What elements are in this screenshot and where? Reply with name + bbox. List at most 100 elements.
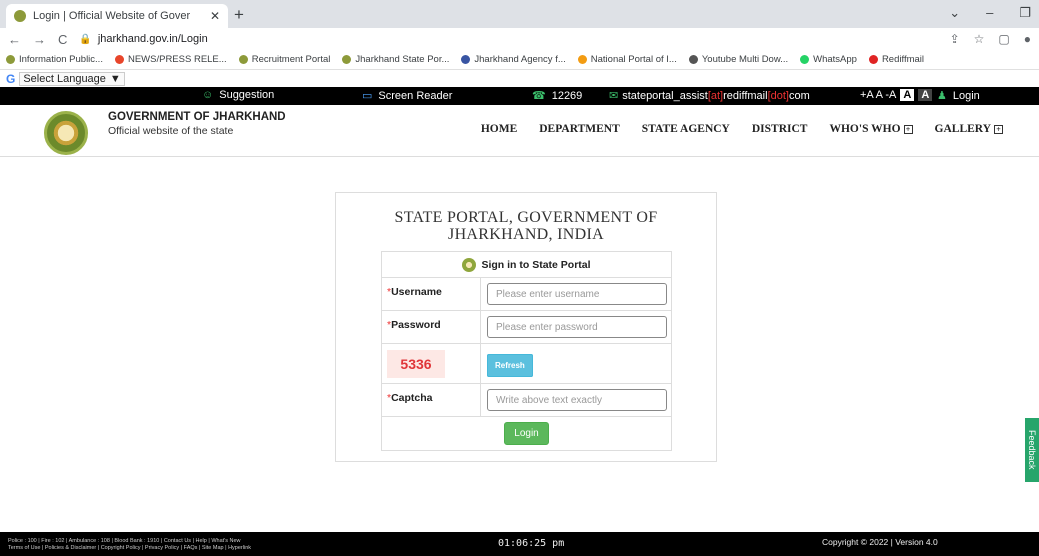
google-translate-icon: G bbox=[6, 71, 16, 86]
username-input[interactable]: Please enter username bbox=[487, 283, 667, 305]
phone-link[interactable]: ☎ 12269 bbox=[532, 89, 583, 103]
bookmark-label: Youtube Multi Dow... bbox=[701, 54, 789, 65]
password-label-text: Password bbox=[391, 319, 441, 331]
bookmarks-bar: Information Public... NEWS/PRESS RELE... R… bbox=[0, 50, 1039, 70]
phone-icon: ☎ bbox=[532, 90, 546, 102]
captcha-row: *Captcha Write above text exactly bbox=[382, 383, 671, 416]
signin-heading: Sign in to State Portal bbox=[481, 258, 591, 271]
dark-contrast-button[interactable]: A bbox=[918, 89, 933, 101]
tab-search-icon[interactable]: ⌄ bbox=[949, 5, 960, 21]
bookmark-label: WhatsApp bbox=[813, 54, 857, 65]
footer-links-line2[interactable]: Terms of Use | Policies & Disclaimer | C… bbox=[8, 545, 251, 552]
bookmark-item[interactable]: Jharkhand Agency f... bbox=[461, 54, 566, 65]
nav-department[interactable]: DEPARTMENT bbox=[539, 123, 620, 135]
site-header: GOVERNMENT OF JHARKHAND Official website… bbox=[0, 105, 1039, 157]
bookmark-label: Recruitment Portal bbox=[251, 54, 331, 65]
lock-icon: 🔒 bbox=[79, 33, 92, 45]
bookmark-label: Jharkhand Agency f... bbox=[474, 54, 566, 65]
bookmark-favicon-icon bbox=[114, 55, 124, 64]
font-size-controls: +A A -A A A bbox=[860, 89, 933, 101]
bookmark-label: National Portal of I... bbox=[590, 54, 677, 65]
screen-reader-link[interactable]: ▭ Screen Reader bbox=[362, 89, 453, 103]
jharkhand-emblem-logo[interactable] bbox=[44, 111, 88, 155]
user-icon: ♟ bbox=[937, 90, 947, 102]
login-title-line2: JHARKHAND, INDIA bbox=[448, 226, 604, 243]
nav-home[interactable]: HOME bbox=[481, 123, 517, 135]
restore-icon[interactable]: ❐ bbox=[1019, 5, 1031, 21]
language-select[interactable]: Select Language ▼ bbox=[19, 71, 125, 86]
minimize-icon[interactable]: – bbox=[986, 5, 993, 21]
password-label: *Password bbox=[382, 311, 481, 343]
login-button[interactable]: Login bbox=[504, 422, 549, 445]
light-contrast-button[interactable]: A bbox=[900, 89, 915, 101]
expand-icon: + bbox=[994, 125, 1003, 134]
font-size-buttons[interactable]: +A A -A bbox=[860, 89, 896, 101]
address-toolbar: ← → C 🔒 jharkhand.gov.in/Login ⇪ ☆ ▢ ● bbox=[0, 28, 1039, 50]
utility-bar: ☺ Suggestion ▭ Screen Reader ☎ 12269 ✉ s… bbox=[0, 87, 1039, 105]
nav-whos-who[interactable]: WHO'S WHO + bbox=[829, 123, 913, 135]
bookmark-item[interactable]: Jharkhand State Por... bbox=[342, 54, 449, 65]
email-link[interactable]: ✉ stateportal_assist[at]rediffmail[dot]c… bbox=[609, 89, 810, 103]
bookmark-item[interactable]: WhatsApp bbox=[800, 54, 857, 65]
bookmark-favicon-icon bbox=[577, 55, 587, 64]
site-title: GOVERNMENT OF JHARKHAND bbox=[108, 111, 286, 123]
username-label: *Username bbox=[382, 278, 481, 310]
site-favicon-icon bbox=[14, 10, 26, 22]
email-domain: rediffmail bbox=[723, 89, 768, 102]
email-user: stateportal_assist bbox=[622, 89, 708, 102]
nav-district[interactable]: DISTRICT bbox=[752, 123, 808, 135]
share-icon[interactable]: ⇪ bbox=[950, 32, 960, 46]
bookmark-label: NEWS/PRESS RELE... bbox=[127, 54, 227, 65]
login-card: STATE PORTAL, GOVERNMENT OF JHARKHAND, I… bbox=[335, 192, 717, 462]
close-tab-icon[interactable]: ✕ bbox=[210, 9, 220, 23]
reload-icon[interactable]: C bbox=[58, 32, 67, 47]
bookmark-star-icon[interactable]: ☆ bbox=[974, 32, 985, 46]
password-input[interactable]: Please enter password bbox=[487, 316, 667, 338]
bookmark-favicon-icon bbox=[342, 55, 352, 64]
window-controls: ⌄ – ❐ bbox=[949, 5, 1031, 21]
side-panel-icon[interactable]: ▢ bbox=[998, 32, 1009, 46]
bookmark-favicon-icon bbox=[800, 55, 810, 64]
nav-gallery[interactable]: GALLERY + bbox=[935, 123, 1003, 135]
bookmark-item[interactable]: National Portal of I... bbox=[577, 54, 677, 65]
chat-icon: ☺ bbox=[202, 89, 214, 101]
captcha-image-cell: 5336 bbox=[382, 344, 481, 383]
bookmark-favicon-icon bbox=[6, 55, 15, 64]
url-text: jharkhand.gov.in/Login bbox=[97, 33, 208, 45]
footer-links-line1[interactable]: Police : 100 | Fire : 102 | Ambulance : … bbox=[8, 538, 251, 545]
new-tab-icon[interactable]: + bbox=[234, 5, 244, 25]
bookmark-item[interactable]: Information Public... bbox=[6, 54, 103, 65]
bookmark-item[interactable]: Recruitment Portal bbox=[238, 54, 331, 65]
nav-state-agency[interactable]: STATE AGENCY bbox=[642, 123, 730, 135]
browser-tab[interactable]: Login | Official Website of Gover ✕ bbox=[6, 4, 228, 28]
captcha-input[interactable]: Write above text exactly bbox=[487, 389, 667, 411]
email-at: [at] bbox=[707, 89, 724, 102]
footer-links: Police : 100 | Fire : 102 | Ambulance : … bbox=[8, 538, 251, 552]
bookmark-item[interactable]: Youtube Multi Dow... bbox=[688, 54, 789, 65]
forward-icon[interactable]: → bbox=[33, 32, 46, 47]
bookmark-item[interactable]: NEWS/PRESS RELE... bbox=[114, 54, 227, 65]
bookmark-favicon-icon bbox=[688, 55, 698, 64]
login-form-header: Sign in to State Portal bbox=[382, 252, 671, 277]
login-form: Sign in to State Portal *Username Please… bbox=[381, 251, 672, 451]
expand-icon: + bbox=[903, 125, 913, 134]
bookmark-item[interactable]: Rediffmail bbox=[868, 54, 924, 65]
browser-tabstrip: Login | Official Website of Gover ✕ + ⌄ … bbox=[0, 0, 1039, 28]
footer-copyright: Copyright © 2022 | Version 4.0 bbox=[822, 537, 938, 547]
bookmark-label: Information Public... bbox=[19, 54, 103, 65]
monitor-icon: ▭ bbox=[362, 90, 373, 102]
seal-icon bbox=[462, 257, 477, 272]
address-bar[interactable]: 🔒 jharkhand.gov.in/Login bbox=[79, 30, 937, 48]
profile-icon[interactable]: ● bbox=[1024, 32, 1031, 46]
dropdown-arrow-icon: ▼ bbox=[109, 72, 121, 85]
back-icon[interactable]: ← bbox=[8, 32, 21, 47]
suggestion-link[interactable]: ☺ Suggestion bbox=[202, 89, 274, 101]
topbar-login-link[interactable]: ♟ Login bbox=[937, 89, 980, 103]
refresh-captcha-button[interactable]: Refresh bbox=[487, 353, 533, 377]
screen-reader-label: Screen Reader bbox=[378, 89, 453, 102]
username-label-text: Username bbox=[391, 286, 442, 298]
feedback-tab[interactable]: Feedback bbox=[1025, 418, 1039, 482]
site-footer: Police : 100 | Fire : 102 | Ambulance : … bbox=[0, 532, 1039, 556]
tab-title: Login | Official Website of Gover bbox=[33, 10, 191, 22]
phone-number: 12269 bbox=[551, 89, 583, 102]
